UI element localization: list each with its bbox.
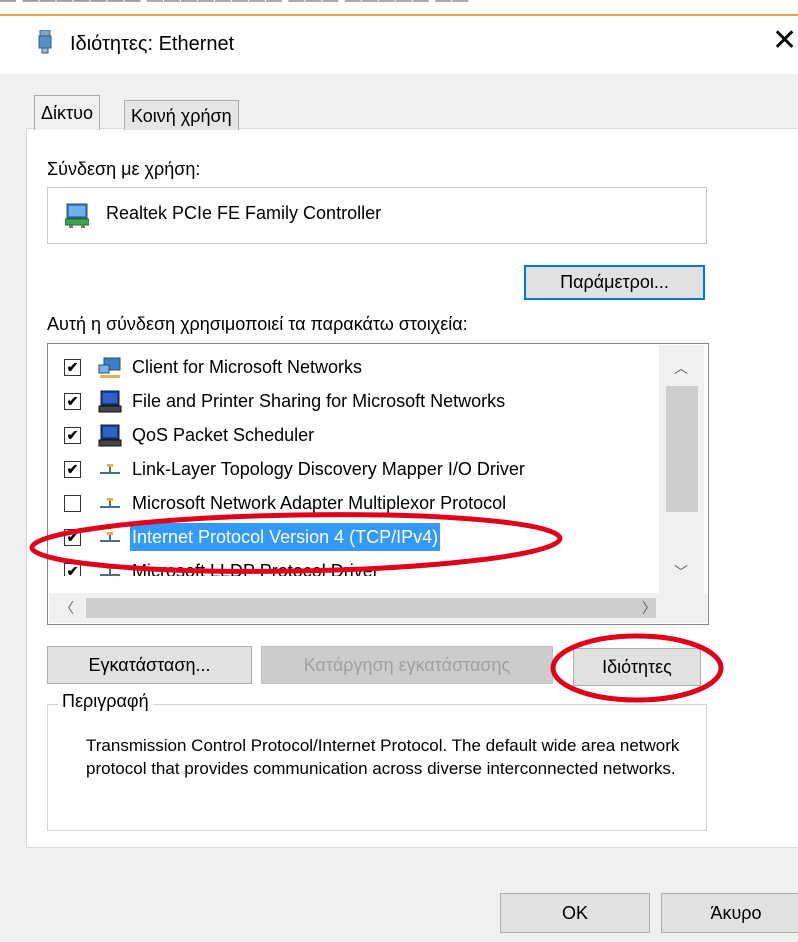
checkbox[interactable]: ✔ [64,393,81,410]
adapter-field: Realtek PCIe FE Family Controller [47,187,707,244]
description-text: Transmission Control Protocol/Internet P… [86,736,680,778]
items-label: Αυτή η σύνδεση χρησιμοποιεί τα παρακάτω … [47,314,468,334]
item-label: Microsoft LLDP Protocol Driver [132,561,379,576]
list-item-client-for-microsoft-networks[interactable]: ✔ Client for Microsoft Networks [48,350,668,384]
scroll-right-icon[interactable]: 〉 [642,598,656,618]
configure-button[interactable]: Παράμετροι... [524,265,705,300]
tab-networking[interactable]: Δίκτυο [34,95,100,130]
checkbox[interactable]: ✔ [64,461,81,478]
checkbox[interactable]: ✔ [64,563,81,576]
computer-icon [98,390,122,413]
properties-button[interactable]: Ιδιότητες [573,648,701,686]
scroll-up-icon[interactable]: ︿ [674,358,688,378]
item-label-selected: Internet Protocol Version 4 (TCP/IPv4) [130,523,441,551]
scroll-corner [659,593,707,623]
vertical-scroll-thumb[interactable] [666,386,698,512]
ok-button[interactable]: OK [500,893,650,933]
checkbox[interactable]: ✔ [64,359,81,376]
computer-icon [98,424,122,447]
list-item-link-layer-topology[interactable]: ✔ Link-Layer Topology Discovery Mapper I… [48,452,668,486]
list-item-lldp[interactable]: ✔ Microsoft LLDP Protocol Driver [48,554,668,576]
components-list[interactable]: ✔ Client for Microsoft Networks ✔ File a… [47,343,709,625]
list-item-multiplexor-protocol[interactable]: Microsoft Network Adapter Multiplexor Pr… [48,486,668,520]
list-item-file-and-printer-sharing[interactable]: ✔ File and Printer Sharing for Microsoft… [48,384,668,418]
protocol-icon [98,492,122,514]
adapter-name: Realtek PCIe FE Family Controller [106,203,382,223]
network-client-icon [98,356,122,378]
scroll-left-icon[interactable]: 〈 [60,598,74,618]
cancel-button[interactable]: Άκυρο [661,893,798,933]
network-adapter-icon [64,202,90,228]
connect-using-label: Σύνδεση με χρήση: [47,159,201,179]
item-label: QoS Packet Scheduler [132,425,315,445]
checkbox[interactable]: ✔ [64,427,81,444]
scroll-down-icon[interactable]: ﹀ [674,562,688,582]
checkbox[interactable]: ✔ [64,529,81,546]
horizontal-scroll-thumb[interactable] [86,598,656,618]
item-label: File and Printer Sharing for Microsoft N… [132,391,506,411]
uninstall-button[interactable]: Κατάργηση εγκατάστασης [261,646,553,684]
background-window-strip: — ——————— ———————— ——— ————— —— [0,0,798,14]
item-label: Link-Layer Topology Discovery Mapper I/O… [132,459,525,479]
install-button[interactable]: Εγκατάσταση... [47,646,252,684]
window-title: Ιδιότητες: Ethernet [70,33,235,55]
ethernet-adapter-icon [38,29,52,54]
tab-sharing[interactable]: Κοινή χρήση [124,100,239,130]
protocol-icon [98,458,122,480]
protocol-icon [98,560,122,576]
list-item-qos-packet-scheduler[interactable]: ✔ QoS Packet Scheduler [48,418,668,452]
checkbox[interactable] [64,495,81,512]
list-item-ipv4[interactable]: ✔ Internet Protocol Version 4 (TCP/IPv4) [48,520,668,554]
item-label: Microsoft Network Adapter Multiplexor Pr… [132,493,507,513]
close-button[interactable]: ✕ [772,26,797,56]
item-label: Client for Microsoft Networks [132,357,363,377]
description-legend: Περιγραφή [58,691,153,712]
protocol-icon [98,526,122,548]
